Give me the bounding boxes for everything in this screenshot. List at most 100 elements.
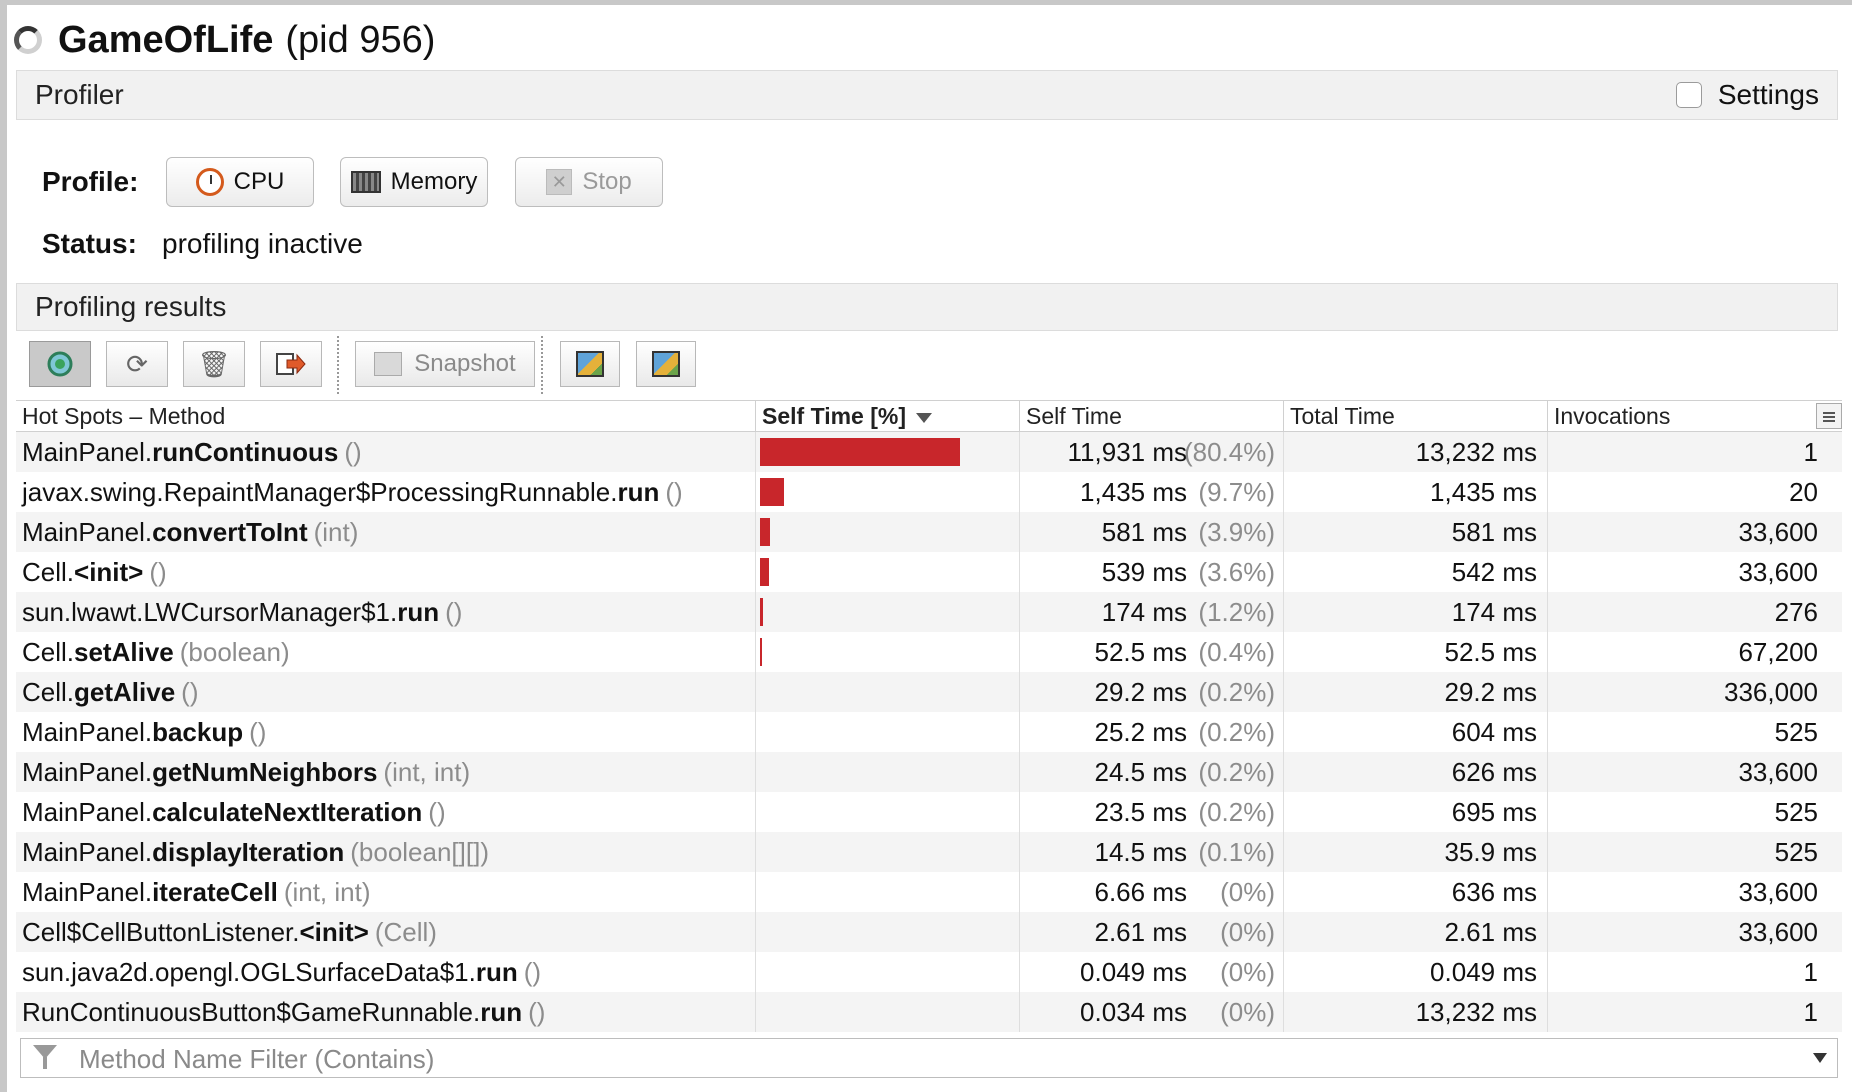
cpu-profile-button[interactable]: CPU (166, 157, 314, 207)
self-time-bar-cell (756, 912, 1020, 952)
method-class: MainPanel. (22, 717, 153, 747)
column-header-invocations[interactable]: Invocations (1548, 401, 1826, 432)
memory-profile-button[interactable]: Memory (340, 157, 488, 207)
snapshot-button[interactable]: Snapshot (355, 341, 535, 387)
self-time-bar-cell (756, 552, 1020, 592)
table-row[interactable]: MainPanel.iterateCell (int, int) 6.66 ms (0… (16, 872, 1842, 912)
table-row[interactable]: MainPanel.backup() 25.2 ms (0.2%) 604 ms 525 (16, 712, 1842, 752)
trash-icon: 🗑 (197, 348, 231, 379)
total-time-cell: 695 ms (1284, 792, 1548, 832)
column-header-total-time[interactable]: Total Time (1284, 401, 1548, 432)
filter-dropdown-icon[interactable] (1813, 1053, 1827, 1063)
cpu-button-label: CPU (233, 168, 285, 195)
invocations-cell: 336,000 (1724, 677, 1818, 707)
self-time-percent: (0.2%) (1198, 717, 1275, 747)
method-cell: Cell.setAlive (boolean) (16, 632, 756, 672)
self-time-cell: 11,931 ms (80.4%) (1020, 432, 1284, 472)
filter-icon[interactable] (33, 1045, 61, 1071)
invocations-cell: 1 (1803, 997, 1818, 1027)
window-title: GameOfLife (pid 956) (14, 14, 435, 66)
table-row[interactable]: Cell$CellButtonListener.<init> (Cell) 2.61… (16, 912, 1842, 952)
stop-button[interactable]: ✕ Stop (515, 157, 663, 207)
method-class: javax.swing.RepaintManager$ProcessingRun… (22, 477, 618, 507)
refresh-icon: ⟳ (126, 348, 148, 379)
column-header-self-time-pct[interactable]: Self Time [%] (756, 401, 1020, 432)
table-row[interactable]: MainPanel.calculateNextIteration() 23.5 m… (16, 792, 1842, 832)
method-args: () (181, 677, 199, 707)
results-section-header: Profiling results (16, 283, 1838, 331)
export-results-button[interactable] (260, 341, 322, 387)
column-header-method[interactable]: Hot Spots – Method (16, 401, 756, 432)
self-time-cell: 14.5 ms (0.1%) (1020, 832, 1284, 872)
table-row[interactable]: MainPanel.displayIteration (boolean[][]) 1… (16, 832, 1842, 872)
settings-checkbox[interactable] (1675, 82, 1702, 108)
table-row[interactable]: RunContinuousButton$GameRunnable.run() 0.… (16, 992, 1842, 1032)
column-header-self-time[interactable]: Self Time (1020, 401, 1284, 432)
self-time-bar (760, 438, 960, 466)
method-cell: MainPanel.convertToInt (int) (16, 512, 756, 552)
method-class: sun.lwawt.LWCursorManager$1. (22, 597, 398, 627)
total-time-cell: 29.2 ms (1284, 672, 1548, 712)
table-row[interactable]: MainPanel.getNumNeighbors (int, int) 24.5 … (16, 752, 1842, 792)
self-time-bar (760, 598, 763, 626)
method-filter-input[interactable] (77, 1039, 1781, 1079)
invocations-cell: 33,600 (1738, 877, 1818, 907)
self-time-bar-cell (756, 432, 1020, 472)
process-id: (pid 956) (285, 18, 436, 61)
method-args: (int) (313, 517, 359, 547)
method-cell: MainPanel.iterateCell (int, int) (16, 872, 756, 912)
column-header-invocations-label: Invocations (1554, 403, 1671, 429)
refresh-results-button[interactable]: ⟳ (106, 341, 168, 387)
method-filter[interactable] (20, 1038, 1838, 1079)
table-row[interactable]: Cell.setAlive (boolean) 52.5 ms (0.4%) 52.5 … (16, 632, 1842, 672)
invocations-cell: 276 (1774, 597, 1818, 627)
method-args: (boolean) (179, 637, 290, 667)
total-time-cell: 13,232 ms (1284, 992, 1548, 1032)
method-name: <init> (74, 557, 144, 587)
save-image-as-button[interactable] (636, 341, 696, 387)
self-time-value: 6.66 ms (1094, 877, 1188, 907)
method-name: backup (152, 717, 244, 747)
method-args: () (523, 957, 542, 987)
method-name: calculateNextIteration (152, 797, 423, 827)
method-class: MainPanel. (22, 517, 153, 547)
app-name: GameOfLife (58, 18, 274, 61)
total-time-cell: 636 ms (1284, 872, 1548, 912)
column-header-total-time-label: Total Time (1290, 403, 1395, 429)
self-time-cell: 52.5 ms (0.4%) (1020, 632, 1284, 672)
method-args: () (344, 437, 362, 467)
reset-results-button[interactable]: 🗑 (183, 341, 245, 387)
invocations-cell: 525 (1774, 837, 1818, 867)
method-args: () (665, 477, 683, 507)
invocations-cell: 33,600 (1738, 557, 1818, 587)
table-row[interactable]: sun.java2d.opengl.OGLSurfaceData$1.run()… (16, 952, 1842, 992)
self-time-bar-cell (756, 992, 1020, 1032)
save-image-button[interactable] (560, 341, 620, 387)
self-time-value: 14.5 ms (1094, 837, 1188, 867)
method-name: getNumNeighbors (152, 757, 378, 787)
column-chooser-icon[interactable] (1816, 403, 1842, 429)
method-class: Cell$CellButtonListener. (22, 917, 300, 947)
column-header-self-time-label: Self Time (1026, 403, 1122, 429)
total-time-cell: 542 ms (1284, 552, 1548, 592)
method-args: () (445, 597, 463, 627)
table-row[interactable]: Cell.getAlive() 29.2 ms (0.2%) 29.2 ms 336,0… (16, 672, 1842, 712)
self-time-bar-cell (756, 712, 1020, 752)
table-row[interactable]: Cell.<init>() 539 ms (3.6%) 542 ms 33,600 (16, 552, 1842, 592)
self-time-value: 52.5 ms (1094, 637, 1188, 667)
settings-toggle[interactable]: Settings (1675, 79, 1819, 111)
self-time-cell: 25.2 ms (0.2%) (1020, 712, 1284, 752)
status-value: profiling inactive (162, 228, 363, 259)
table-row[interactable]: MainPanel.runContinuous() 11,931 ms (80.4%… (16, 432, 1842, 472)
table-row[interactable]: MainPanel.convertToInt (int) 581 ms (3.9%) 5… (16, 512, 1842, 552)
table-row[interactable]: javax.swing.RepaintManager$ProcessingRun… (16, 472, 1842, 512)
profile-label: Profile: (42, 166, 139, 197)
profiler-section-header: Profiler Settings (16, 70, 1838, 120)
export-icon (276, 353, 306, 375)
table-row[interactable]: sun.lwawt.LWCursorManager$1.run() 174 ms (… (16, 592, 1842, 632)
live-results-button[interactable] (29, 341, 91, 387)
self-time-percent: (0.2%) (1198, 677, 1275, 707)
self-time-value: 23.5 ms (1094, 797, 1188, 827)
method-class: Cell. (22, 557, 75, 587)
total-time-cell: 174 ms (1284, 592, 1548, 632)
